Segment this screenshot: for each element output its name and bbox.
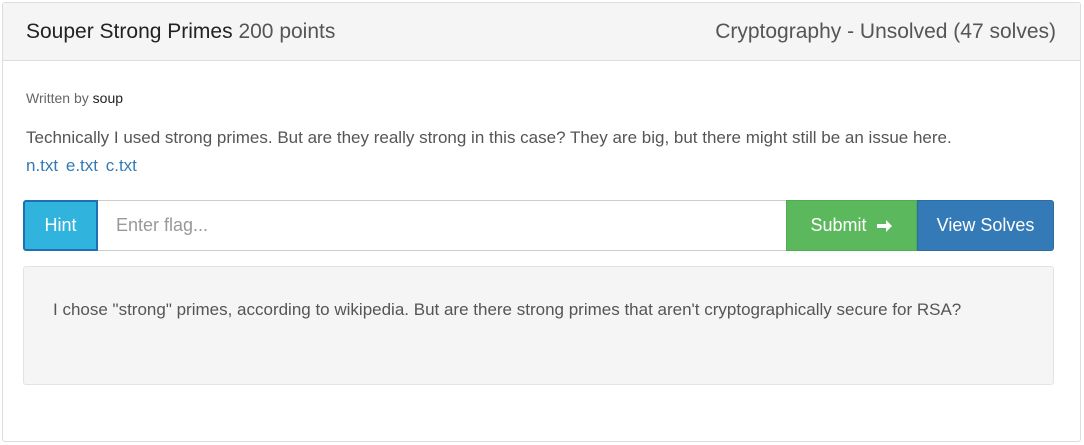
challenge-name: Souper Strong Primes bbox=[26, 19, 233, 43]
view-solves-button[interactable]: View Solves bbox=[917, 200, 1054, 251]
file-link-n[interactable]: n.txt bbox=[26, 156, 58, 175]
written-by-label: Written by bbox=[26, 90, 89, 106]
hint-text: I chose "strong" primes, according to wi… bbox=[53, 300, 962, 319]
author-line: Written by soup bbox=[26, 90, 1057, 106]
flag-input[interactable] bbox=[98, 200, 786, 251]
challenge-description: Technically I used strong primes. But ar… bbox=[26, 128, 952, 147]
arrow-right-icon bbox=[876, 218, 893, 234]
author-name: soup bbox=[92, 90, 124, 106]
challenge-points: 200 points bbox=[238, 19, 336, 43]
file-link-c[interactable]: c.txt bbox=[106, 156, 137, 175]
hint-box: I chose "strong" primes, according to wi… bbox=[23, 266, 1054, 385]
hint-button[interactable]: Hint bbox=[23, 200, 98, 251]
submit-button[interactable]: Submit bbox=[786, 200, 917, 251]
challenge-header: Souper Strong Primes 200 points Cryptogr… bbox=[3, 3, 1080, 61]
flag-form: Hint Submit View Solves bbox=[23, 200, 1054, 251]
file-links: n.txt e.txt c.txt bbox=[26, 156, 1057, 176]
file-link-e[interactable]: e.txt bbox=[66, 156, 98, 175]
challenge-title: Souper Strong Primes 200 points bbox=[26, 20, 335, 44]
submit-label: Submit bbox=[810, 215, 867, 235]
category-status: Cryptography - Unsolved (47 solves) bbox=[715, 19, 1056, 43]
challenge-body: Written by soup Technically I used stron… bbox=[3, 90, 1080, 176]
